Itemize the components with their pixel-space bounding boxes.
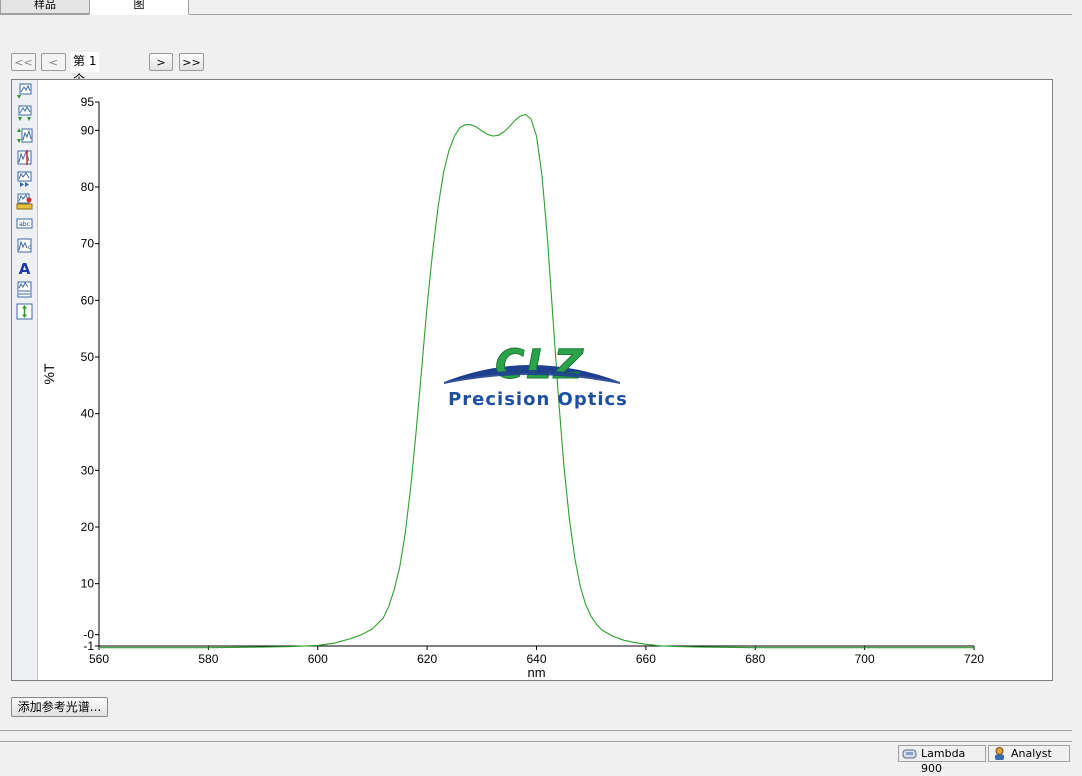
scale-y-icon[interactable]	[16, 127, 33, 144]
ordinate-icon[interactable]	[16, 281, 33, 298]
y-tick-label: 10	[81, 577, 95, 591]
first-spectrum-button[interactable]: <<	[11, 53, 36, 71]
x-tick-label: 640	[526, 652, 546, 666]
y-tick-label: 30	[81, 463, 95, 477]
x-tick-label: 580	[198, 652, 218, 666]
tab-graph[interactable]: 图	[89, 0, 189, 15]
instrument-name: Lambda 900	[921, 747, 966, 775]
instrument-icon	[902, 747, 917, 760]
x-tick-label: 560	[89, 652, 109, 666]
y-tick-label: 40	[81, 407, 95, 421]
x-axis-title: nm	[527, 665, 545, 680]
tab-samples[interactable]: 样品	[0, 0, 90, 14]
spectrum-counter: 第 1 个，共 2	[71, 52, 99, 104]
autoscale-icon[interactable]	[16, 171, 33, 188]
prev-spectrum-button[interactable]: <	[41, 53, 66, 71]
y-axis-title: %T	[41, 363, 57, 384]
cursor-icon[interactable]	[16, 149, 33, 166]
x-tick-label: 600	[308, 652, 328, 666]
y-tick-label: 20	[81, 520, 95, 534]
x-tick-label: 620	[417, 652, 437, 666]
svg-text:CLZ: CLZ	[495, 344, 585, 388]
x-tick-label: 700	[855, 652, 875, 666]
label-abc-icon[interactable]: abc	[16, 215, 33, 232]
user-status: Analyst	[988, 745, 1070, 762]
x-tick-label: 680	[745, 652, 765, 666]
tab-bar: 样品 图	[0, 0, 1072, 15]
user-icon	[992, 747, 1007, 760]
zoom-in-icon[interactable]	[16, 83, 33, 100]
divider	[0, 730, 1072, 731]
resize-icon[interactable]	[16, 303, 33, 320]
text-font-icon[interactable]: A	[16, 259, 33, 276]
y-tick-label: 60	[81, 293, 95, 307]
add-reference-spectrum-button[interactable]: 添加参考光谱...	[11, 697, 108, 717]
graph-toolbar: abc c A	[12, 80, 38, 680]
instrument-status: Lambda 900	[898, 745, 986, 775]
x-tick-label: 720	[964, 652, 984, 666]
y-tick-label: 90	[81, 123, 95, 137]
y-tick-label: 70	[81, 237, 95, 251]
last-spectrum-button[interactable]: >>	[179, 53, 204, 71]
annotate-icon[interactable]: c	[16, 237, 33, 254]
svg-text:Precision Optics: Precision Optics	[448, 389, 628, 410]
svg-text:A: A	[19, 260, 31, 276]
svg-text:abc: abc	[19, 221, 30, 228]
svg-text:c: c	[28, 244, 31, 251]
peak-label-icon[interactable]	[16, 193, 33, 210]
status-bar: Lambda 900 Analyst	[0, 743, 1072, 775]
user-name: Analyst	[1011, 747, 1052, 760]
next-spectrum-button[interactable]: >	[149, 53, 173, 71]
divider	[0, 741, 1072, 742]
zoom-out-icon[interactable]	[16, 105, 33, 122]
clz-logo: CLZ Precision Optics	[420, 342, 660, 414]
y-tick-label: 50	[81, 350, 95, 364]
y-tick-label: 95	[81, 95, 95, 109]
y-tick-label: -1	[83, 639, 94, 653]
x-tick-label: 660	[636, 652, 656, 666]
y-tick-label: 80	[81, 180, 95, 194]
